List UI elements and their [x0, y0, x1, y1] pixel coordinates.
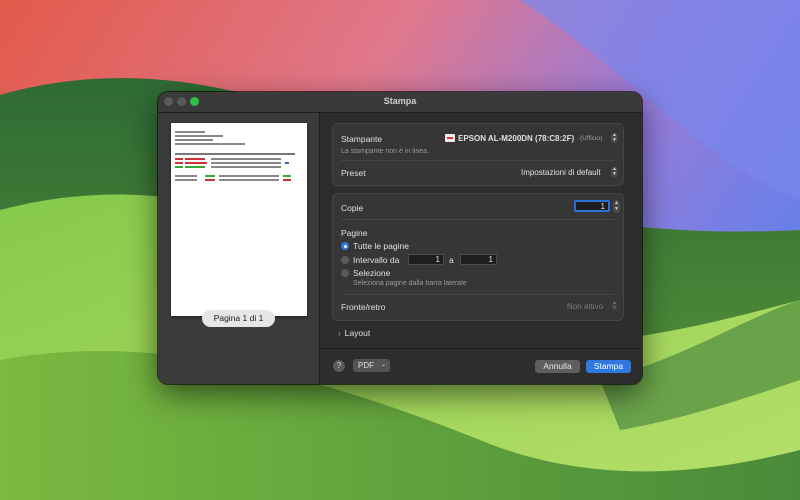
cancel-button[interactable]: Annulla [535, 360, 580, 373]
divider [341, 294, 615, 295]
pages-label: Pagine [341, 228, 368, 238]
preset-chevron-updown-icon[interactable]: ▲ ▼ [611, 167, 618, 177]
radio-selection[interactable] [341, 269, 349, 277]
selection-label: Selezione [353, 268, 391, 278]
layout-disclosure[interactable]: › Layout [338, 328, 370, 338]
radio-page-range[interactable] [341, 256, 349, 264]
printer-location: (Ufficio) [580, 135, 603, 142]
layout-label: Layout [344, 328, 371, 338]
duplex-select[interactable]: Non attivo [567, 302, 603, 311]
printer-status: La stampante non è in linea. [341, 148, 429, 155]
chevron-right-icon: › [338, 329, 341, 338]
preset-label: Preset [341, 168, 366, 178]
chevron-down-icon: ⌄ [380, 362, 386, 368]
print-dialog: Stampa Pagina 1 di 1 Stampante EPSON AL-… [158, 92, 642, 384]
preset-select[interactable]: Impostazioni di default [521, 168, 601, 177]
divider [341, 219, 615, 220]
printer-icon [445, 134, 455, 142]
pdf-menu-button[interactable]: PDF ⌄ [353, 359, 390, 372]
print-settings: Stampante EPSON AL-M200DN (78:C8:2F) (Uf… [320, 113, 642, 384]
all-pages-label: Tutte le pagine [353, 241, 409, 251]
copies-input[interactable]: 1 [574, 200, 610, 212]
help-button[interactable]: ? [333, 360, 345, 372]
page-range-label: Intervallo da [353, 255, 400, 265]
range-to-label: a [449, 255, 454, 265]
range-to-input[interactable]: 1 [460, 254, 497, 265]
pdf-label: PDF [358, 361, 374, 370]
page-thumbnail[interactable] [171, 123, 307, 316]
duplex-chevron-updown-icon[interactable]: ▲ ▼ [611, 301, 618, 311]
copies-label: Copie [341, 203, 364, 213]
divider [341, 160, 615, 161]
printer-group: Stampante EPSON AL-M200DN (78:C8:2F) (Uf… [332, 123, 624, 186]
print-button[interactable]: Stampa [586, 360, 631, 373]
printer-select[interactable]: EPSON AL-M200DN (78:C8:2F) [458, 134, 574, 143]
copies-stepper[interactable]: ▲ ▼ [613, 200, 620, 213]
copies-pages-group: Copie 1 ▲ ▼ Pagine Tutte le pagine Interv… [332, 193, 624, 321]
range-from-input[interactable]: 1 [408, 254, 444, 265]
printer-label: Stampante [341, 134, 383, 144]
radio-all-pages[interactable] [341, 242, 349, 250]
preview-sidebar: Pagina 1 di 1 [158, 113, 320, 384]
printer-chevron-updown-icon[interactable]: ▲ ▼ [611, 133, 618, 143]
title-bar: Stampa [158, 92, 642, 113]
selection-hint: Seleziona pagine dalla barra laterale [353, 280, 467, 287]
window-title: Stampa [383, 96, 417, 106]
page-count-label: Pagina 1 di 1 [202, 310, 275, 327]
duplex-label: Fronte/retro [341, 302, 386, 312]
bottom-bar: ? PDF ⌄ Annulla Stampa [320, 348, 642, 384]
